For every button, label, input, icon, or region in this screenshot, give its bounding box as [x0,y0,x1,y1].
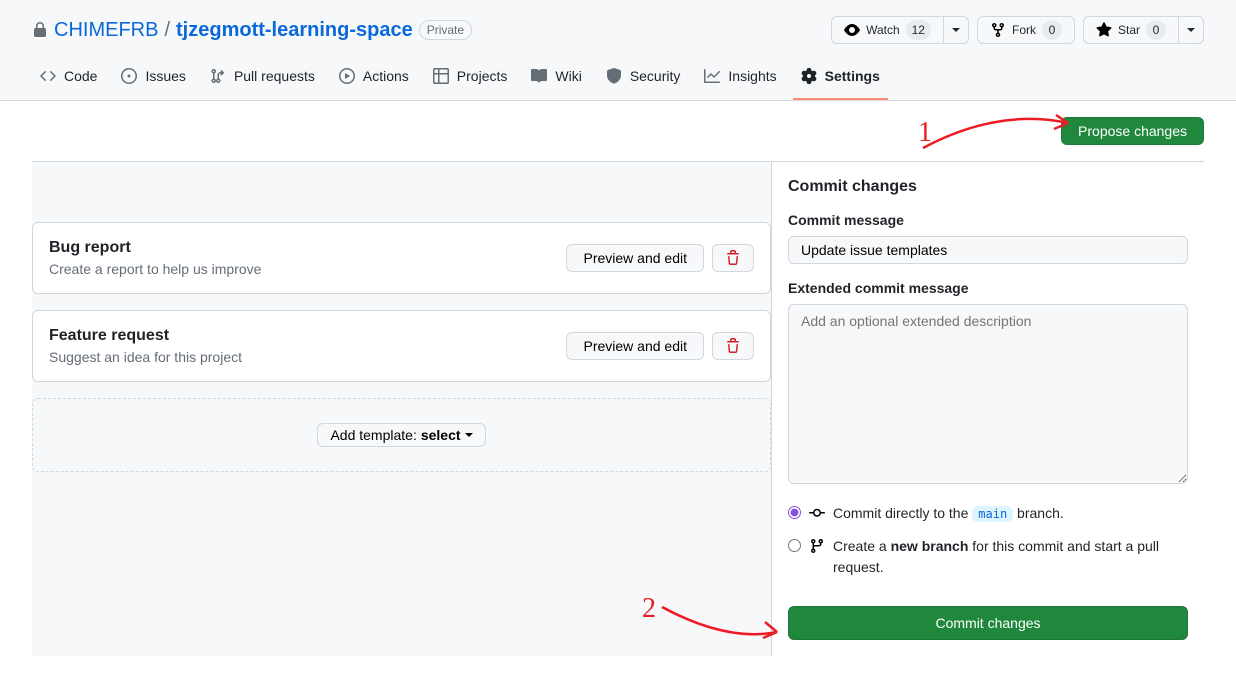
fork-icon [990,22,1006,38]
fork-button[interactable]: Fork0 [977,16,1075,44]
branch-tag: main [972,506,1013,522]
tab-pulls[interactable]: Pull requests [202,60,323,100]
template-title: Feature request [49,327,242,345]
propose-changes-button[interactable]: Propose changes [1061,117,1204,145]
toolbar: Propose changes [0,101,1236,161]
repo-tabs: Code Issues Pull requests Actions Projec… [32,60,1204,100]
tab-insights[interactable]: Insights [696,60,784,100]
commit-heading: Commit changes [788,178,1188,196]
tab-projects[interactable]: Projects [425,60,516,100]
template-desc: Create a report to help us improve [49,261,261,277]
add-template-button[interactable]: Add template: select [317,423,485,447]
delete-template-button[interactable] [712,332,754,360]
star-dropdown[interactable] [1179,16,1204,44]
add-template-area: Add template: select [32,398,771,472]
commit-message-label: Commit message [788,212,1188,228]
visibility-badge: Private [419,20,472,40]
commit-new-branch-label: Create a new branch for this commit and … [809,536,1188,578]
trash-icon [725,338,741,354]
watch-dropdown[interactable] [944,16,969,44]
watch-button[interactable]: Watch12 [831,16,944,44]
template-card: Bug report Create a report to help us im… [32,222,771,294]
trash-icon [725,250,741,266]
template-card: Feature request Suggest an idea for this… [32,310,771,382]
extended-message-textarea[interactable] [788,304,1188,484]
breadcrumb: CHIMEFRB / tjzegmott-learning-space Priv… [32,19,472,42]
star-button[interactable]: Star0 [1083,16,1179,44]
lock-icon [32,22,48,38]
repo-header: CHIMEFRB / tjzegmott-learning-space Priv… [0,0,1236,101]
owner-link[interactable]: CHIMEFRB [54,19,158,42]
eye-icon [844,22,860,38]
tab-settings[interactable]: Settings [793,60,888,100]
tab-issues[interactable]: Issues [113,60,193,100]
extended-message-label: Extended commit message [788,280,1188,296]
delete-template-button[interactable] [712,244,754,272]
template-title: Bug report [49,239,261,257]
branch-icon [809,538,825,554]
commit-icon [809,505,825,521]
template-desc: Suggest an idea for this project [49,349,242,365]
preview-edit-button[interactable]: Preview and edit [566,244,704,272]
tab-code[interactable]: Code [32,60,105,100]
commit-message-input[interactable] [788,236,1188,264]
tab-security[interactable]: Security [598,60,689,100]
tab-actions[interactable]: Actions [331,60,417,100]
commit-panel: Commit changes Commit message Extended c… [772,162,1204,656]
commit-changes-button[interactable]: Commit changes [788,606,1188,640]
commit-new-branch-radio[interactable] [788,539,801,552]
preview-edit-button[interactable]: Preview and edit [566,332,704,360]
repo-link[interactable]: tjzegmott-learning-space [176,19,413,42]
repo-actions: Watch12 Fork0 Star0 [831,16,1204,44]
commit-direct-radio[interactable] [788,506,801,519]
templates-panel: Bug report Create a report to help us im… [32,162,772,656]
star-icon [1096,22,1112,38]
commit-direct-label: Commit directly to the main branch. [809,503,1188,524]
tab-wiki[interactable]: Wiki [523,60,589,100]
